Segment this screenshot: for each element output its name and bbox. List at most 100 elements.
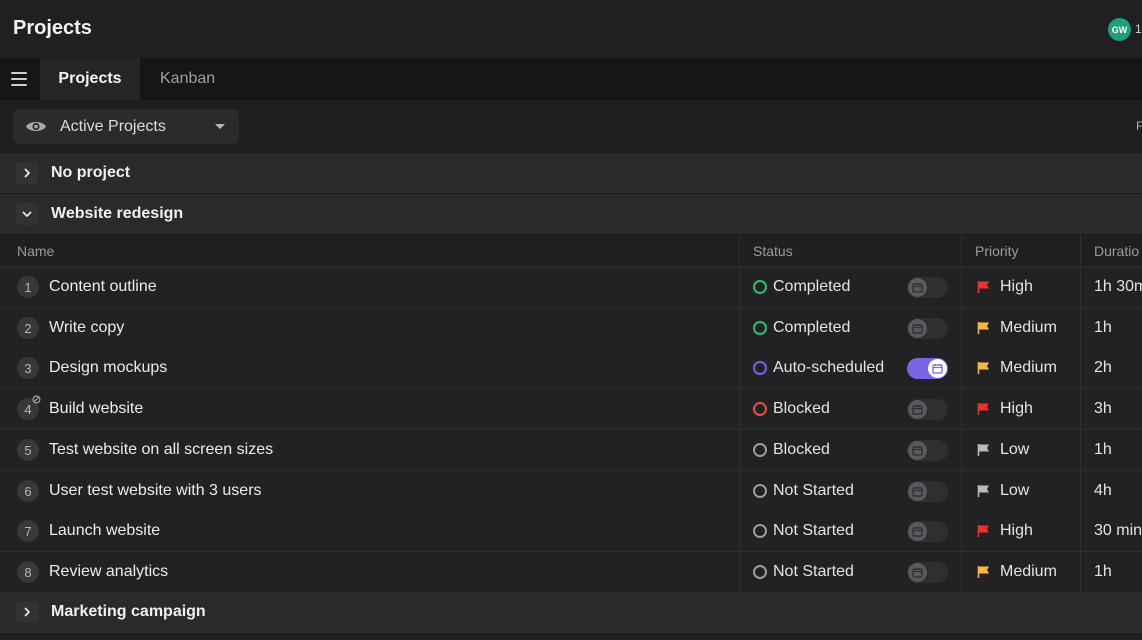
group-label: Website redesign	[51, 205, 184, 222]
auto-schedule-toggle[interactable]	[907, 521, 948, 542]
eye-icon	[26, 122, 46, 131]
tab-kanban[interactable]: Kanban	[142, 58, 233, 100]
status-label[interactable]: Not Started	[773, 563, 854, 581]
status-circle-icon	[753, 524, 767, 538]
status-label[interactable]: Completed	[773, 319, 850, 337]
task-name[interactable]: Launch website	[49, 522, 160, 540]
priority-label[interactable]: High	[1000, 522, 1033, 540]
column-header-status[interactable]: Status	[753, 235, 793, 267]
avatar-count: 1	[1135, 22, 1142, 36]
chevron-right-icon[interactable]	[16, 162, 38, 184]
duration-value[interactable]: 1h	[1094, 319, 1112, 337]
status-label[interactable]: Not Started	[773, 522, 854, 540]
flag-icon	[977, 566, 989, 578]
task-name[interactable]: Test website on all screen sizes	[49, 441, 273, 459]
status-circle-icon	[753, 443, 767, 457]
task-number: 6	[17, 480, 39, 502]
duration-value[interactable]: 3h	[1094, 400, 1112, 418]
duration-value[interactable]: 1h	[1094, 563, 1112, 581]
task-number: 7	[17, 520, 39, 542]
status-label[interactable]: Blocked	[773, 400, 830, 418]
auto-schedule-toggle[interactable]	[907, 277, 948, 298]
column-header-priority[interactable]: Priority	[975, 235, 1019, 267]
calendar-icon	[912, 527, 923, 537]
flag-icon	[977, 525, 989, 537]
priority-label[interactable]: Medium	[1000, 563, 1057, 581]
table-row[interactable]: 4 Build website Blocked High 3h	[0, 389, 1142, 430]
status-circle-icon	[753, 361, 767, 375]
calendar-icon	[912, 283, 923, 293]
priority-label[interactable]: High	[1000, 278, 1033, 296]
flag-icon	[977, 362, 989, 374]
task-name[interactable]: Content outline	[49, 278, 157, 296]
priority-label[interactable]: Low	[1000, 482, 1029, 500]
column-divider	[739, 235, 740, 592]
task-number: 3	[17, 357, 39, 379]
filter-label: Active Projects	[60, 118, 166, 135]
auto-schedule-toggle[interactable]	[907, 481, 948, 502]
status-label[interactable]: Auto-scheduled	[773, 359, 884, 377]
task-name[interactable]: User test website with 3 users	[49, 482, 262, 500]
priority-label[interactable]: Medium	[1000, 359, 1057, 377]
task-number: 2	[17, 317, 39, 339]
flag-icon	[977, 485, 989, 497]
task-name[interactable]: Build website	[49, 400, 143, 418]
column-header-name[interactable]: Name	[17, 235, 54, 267]
auto-schedule-toggle[interactable]	[907, 562, 948, 583]
duration-value[interactable]: 2h	[1094, 359, 1112, 377]
filter-bar: Active Projects F	[0, 100, 1142, 152]
task-name[interactable]: Write copy	[49, 319, 124, 337]
top-bar: Projects GW 1	[0, 0, 1142, 58]
status-label[interactable]: Blocked	[773, 441, 830, 459]
view-tabs: Projects Kanban	[0, 58, 1142, 100]
calendar-icon	[912, 487, 923, 497]
status-label[interactable]: Completed	[773, 278, 850, 296]
duration-value[interactable]: 1h 30m	[1094, 278, 1142, 296]
group-label: No project	[51, 164, 131, 181]
duration-value[interactable]: 1h	[1094, 441, 1112, 459]
chevron-down-icon[interactable]	[16, 203, 38, 225]
group-website-redesign[interactable]: Website redesign	[0, 194, 1142, 235]
group-marketing-campaign[interactable]: Marketing campaign	[0, 592, 1142, 634]
table-row[interactable]: 1 Content outline Completed High 1h 30m	[0, 267, 1142, 308]
auto-schedule-toggle[interactable]	[907, 399, 948, 420]
flag-icon	[977, 444, 989, 456]
calendar-icon	[912, 324, 923, 334]
table-row[interactable]: 3 Design mockups Auto-scheduled Medium 2h	[0, 348, 1142, 389]
table-row[interactable]: 5 Test website on all screen sizes Blocked…	[0, 430, 1142, 471]
active-projects-dropdown[interactable]: Active Projects	[13, 109, 239, 144]
table-row[interactable]: 2 Write copy Completed Medium 1h	[0, 308, 1142, 349]
page-title: Projects	[13, 17, 92, 39]
calendar-icon	[912, 446, 923, 456]
flag-icon	[977, 322, 989, 334]
priority-label[interactable]: Low	[1000, 441, 1029, 459]
filter-right-text[interactable]: F	[1136, 119, 1142, 133]
auto-schedule-toggle[interactable]	[907, 358, 948, 379]
tab-projects[interactable]: Projects	[40, 58, 140, 100]
column-header-duration[interactable]: Duratio	[1094, 235, 1139, 267]
calendar-icon	[912, 568, 923, 578]
task-name[interactable]: Review analytics	[49, 563, 168, 581]
table-row[interactable]: 7 Launch website Not Started High 30 min	[0, 511, 1142, 552]
status-label[interactable]: Not Started	[773, 482, 854, 500]
group-label: Marketing campaign	[51, 603, 206, 620]
group-no-project[interactable]: No project	[0, 153, 1142, 194]
priority-label[interactable]: Medium	[1000, 319, 1057, 337]
table-row[interactable]: 8 Review analytics Not Started Medium 1h	[0, 552, 1142, 593]
task-name[interactable]: Design mockups	[49, 359, 167, 377]
avatar[interactable]: GW	[1108, 18, 1131, 41]
hamburger-menu-icon[interactable]	[10, 70, 28, 88]
table-header: Name Status Priority Duratio	[0, 235, 1142, 267]
status-circle-icon	[753, 321, 767, 335]
status-circle-icon	[753, 565, 767, 579]
status-circle-icon	[753, 484, 767, 498]
auto-schedule-toggle[interactable]	[907, 440, 948, 461]
table-row[interactable]: 6 User test website with 3 users Not Start…	[0, 471, 1142, 512]
duration-value[interactable]: 4h	[1094, 482, 1112, 500]
priority-label[interactable]: High	[1000, 400, 1033, 418]
auto-schedule-toggle[interactable]	[907, 318, 948, 339]
duration-value[interactable]: 30 min	[1094, 522, 1142, 540]
chevron-right-icon[interactable]	[16, 601, 38, 623]
flag-icon	[977, 403, 989, 415]
status-circle-icon	[753, 280, 767, 294]
